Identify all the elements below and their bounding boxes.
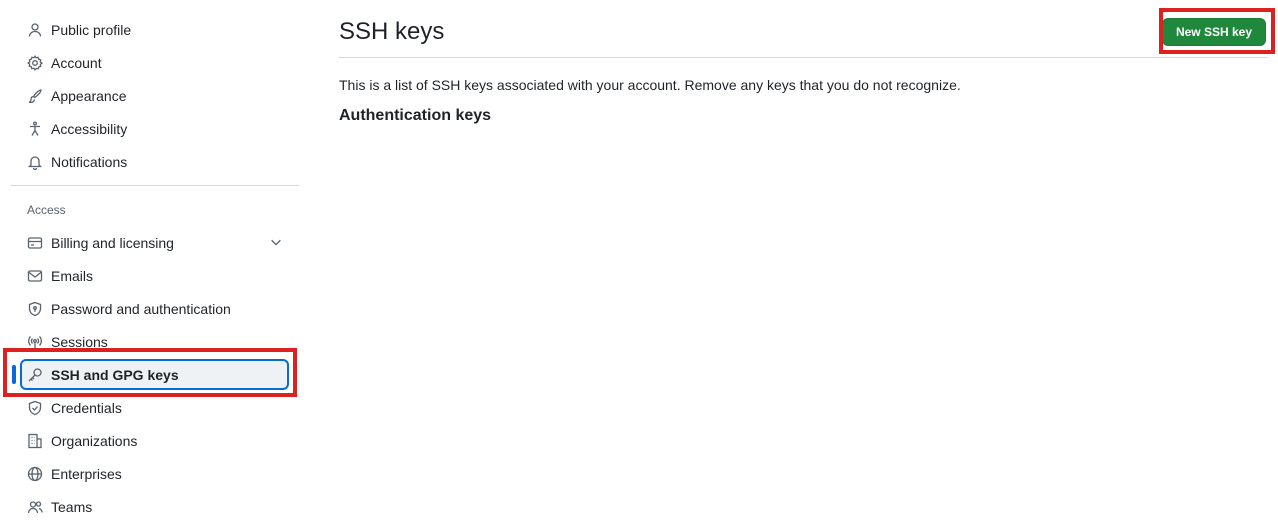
sidebar-item-label: Accessibility	[51, 120, 128, 137]
sidebar-item-label: Public profile	[51, 21, 132, 38]
accessibility-icon	[26, 120, 44, 138]
sidebar-item-label: Credentials	[51, 399, 122, 416]
sidebar-item-accessibility[interactable]: Accessibility	[11, 112, 299, 145]
sidebar-item-notifications[interactable]: Notifications	[11, 145, 299, 178]
organization-icon	[26, 432, 44, 450]
sidebar-group-label: Access	[27, 203, 66, 217]
gear-icon	[26, 54, 44, 72]
section-title: Authentication keys	[339, 107, 492, 124]
sidebar-item-enterprises[interactable]: Enterprises	[11, 457, 299, 490]
chevron-down-icon[interactable]	[269, 235, 283, 249]
sidebar-item-label: Teams	[51, 498, 93, 515]
sidebar-divider	[11, 185, 299, 186]
mail-icon	[26, 267, 44, 285]
shield-check-icon	[26, 399, 44, 417]
sidebar-item-label: Notifications	[51, 153, 128, 170]
paintbrush-icon	[26, 87, 44, 105]
credit-card-icon	[26, 234, 44, 252]
page-header: SSH keys New SSH key	[339, 0, 1275, 58]
sidebar-item-billing[interactable]: Billing and licensing	[11, 226, 299, 259]
sidebar-item-account[interactable]: Account	[11, 46, 299, 79]
sidebar-item-password[interactable]: Password and authentication	[11, 292, 299, 325]
people-icon	[26, 498, 44, 516]
sidebar-item-label: Emails	[51, 267, 94, 284]
page-title: SSH keys	[339, 18, 445, 45]
globe-icon	[26, 465, 44, 483]
sidebar-item-label: Account	[51, 54, 102, 71]
sidebar-item-emails[interactable]: Emails	[11, 259, 299, 292]
sidebar-item-teams[interactable]: Teams	[11, 490, 299, 523]
sidebar-item-label: Billing and licensing	[51, 234, 174, 251]
page-description: This is a list of SSH keys associated wi…	[339, 77, 961, 93]
sidebar-item-label: Organizations	[51, 432, 138, 449]
sidebar-item-public-profile[interactable]: Public profile	[11, 13, 299, 46]
settings-page: Public profile Account Appearance Access…	[0, 0, 1278, 527]
sidebar-item-appearance[interactable]: Appearance	[11, 79, 299, 112]
sidebar-item-label: Appearance	[51, 87, 127, 104]
person-icon	[26, 21, 44, 39]
annotation-box-button	[1159, 8, 1275, 54]
sidebar-item-label: Password and authentication	[51, 300, 231, 317]
sidebar-item-organizations[interactable]: Organizations	[11, 424, 299, 457]
bell-icon	[26, 153, 44, 171]
main-content: SSH keys New SSH key This is a list of S…	[339, 0, 1275, 125]
annotation-box-sidebar	[3, 348, 297, 397]
shield-lock-icon	[26, 300, 44, 318]
sidebar-item-label: Enterprises	[51, 465, 122, 482]
settings-sidebar: Public profile Account Appearance Access…	[11, 13, 299, 523]
